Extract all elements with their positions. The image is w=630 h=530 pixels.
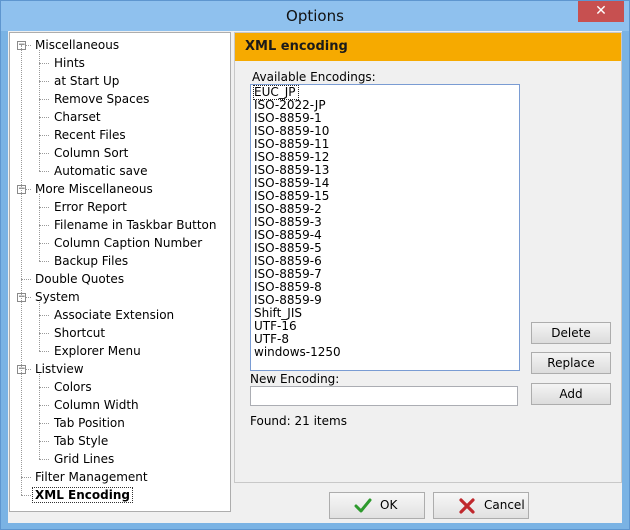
tree-item[interactable]: More Miscellaneous (32, 180, 156, 198)
tree-item[interactable]: Column Width (51, 396, 142, 414)
tree-item-label: Charset (54, 110, 101, 124)
available-encodings-label: Available Encodings: (252, 70, 376, 84)
tree-item-label: Tab Style (54, 434, 109, 448)
tree-item-label: Grid Lines (54, 452, 115, 466)
replace-button[interactable]: Replace (531, 352, 611, 374)
tree-item[interactable]: Backup Files (51, 252, 131, 270)
tree-item-label: Column Sort (54, 146, 129, 160)
panel-header: XML encoding (235, 33, 621, 61)
tree-item-label: Recent Files (54, 128, 126, 142)
tree-item-label: Filename in Taskbar Button (54, 218, 217, 232)
tree-item-label: Listview (35, 362, 84, 376)
tree-item[interactable]: XML Encoding (32, 486, 133, 504)
tree-item[interactable]: Column Sort (51, 144, 131, 162)
tree-item-label: Tab Position (54, 416, 125, 430)
dialog-footer: OK Cancel (234, 486, 622, 523)
tree-item-label: XML Encoding (32, 487, 133, 503)
settings-panel: XML encoding Available Encodings: EUC_JP… (234, 32, 622, 483)
new-encoding-label: New Encoding: (250, 372, 340, 386)
cancel-button[interactable]: Cancel (433, 492, 529, 519)
tree-item[interactable]: Filter Management (32, 468, 151, 486)
encodings-listbox[interactable]: EUC_JP ISO-2022-JP ISO-8859-1 ISO-8859-10 IS… (250, 84, 520, 371)
encoding-list-item[interactable]: windows-1250 (254, 346, 341, 359)
tree-item-label: Automatic save (54, 164, 148, 178)
tree-item[interactable]: Tab Position (51, 414, 128, 432)
tree-item[interactable]: Tab Style (51, 432, 111, 450)
tree-item[interactable]: Explorer Menu (51, 342, 144, 360)
ok-button[interactable]: OK (329, 492, 425, 519)
tree-item-label: More Miscellaneous (35, 182, 153, 196)
tree-item-label: Miscellaneous (35, 38, 120, 52)
tree-item[interactable]: Listview (32, 360, 87, 378)
tree-item-label: Colors (54, 380, 92, 394)
tree-item[interactable]: Associate Extension (51, 306, 177, 324)
tree-item[interactable]: Miscellaneous (32, 36, 122, 54)
tree-item-label: at Start Up (54, 74, 120, 88)
tree-item-label: Hints (54, 56, 85, 70)
tree-item-label: Associate Extension (54, 308, 175, 322)
tree-item-label: Column Width (54, 398, 139, 412)
tree-item-label: Filter Management (35, 470, 148, 484)
title-bar[interactable]: Options ✕ (1, 1, 629, 31)
window-title: Options (286, 7, 344, 25)
tree-item[interactable]: Automatic save (51, 162, 150, 180)
tree-item[interactable]: Double Quotes (32, 270, 127, 288)
tree-item[interactable]: Shortcut (51, 324, 108, 342)
panel-title: XML encoding (245, 39, 348, 54)
add-button[interactable]: Add (531, 383, 611, 405)
close-icon: ✕ (595, 3, 607, 19)
options-window: Options ✕ Miscellaneous − Hints at Start Up… (0, 0, 630, 530)
tree-item-label: Explorer Menu (54, 344, 141, 358)
new-encoding-input[interactable] (250, 386, 518, 406)
checkmark-icon (354, 498, 372, 513)
tree-item[interactable]: Colors (51, 378, 95, 396)
tree-item[interactable]: Remove Spaces (51, 90, 152, 108)
tree-item-label: Remove Spaces (54, 92, 150, 106)
tree-item[interactable]: Filename in Taskbar Button (51, 216, 220, 234)
options-tree[interactable]: Miscellaneous − Hints at Start Up Remove Spa… (9, 32, 231, 512)
found-count: Found: 21 items (250, 414, 347, 428)
delete-button[interactable]: Delete (531, 322, 611, 344)
close-button[interactable]: ✕ (578, 1, 624, 22)
tree-item[interactable]: Column Caption Number (51, 234, 205, 252)
tree-item[interactable]: Charset (51, 108, 104, 126)
tree-item[interactable]: Hints (51, 54, 88, 72)
tree-item-label: Shortcut (54, 326, 106, 340)
tree-item-label: Double Quotes (35, 272, 125, 286)
tree-item[interactable]: Error Report (51, 198, 130, 216)
tree-item[interactable]: Grid Lines (51, 450, 117, 468)
cancel-label: Cancel (484, 498, 525, 512)
tree-item-label: Backup Files (54, 254, 129, 268)
tree-item-label: Column Caption Number (54, 236, 203, 250)
tree-item[interactable]: Recent Files (51, 126, 129, 144)
ok-label: OK (380, 498, 398, 512)
tree-item[interactable]: at Start Up (51, 72, 122, 90)
tree-item-label: Error Report (54, 200, 127, 214)
dialog-client: Miscellaneous − Hints at Start Up Remove Spa… (8, 31, 622, 523)
x-mark-icon (459, 498, 475, 514)
